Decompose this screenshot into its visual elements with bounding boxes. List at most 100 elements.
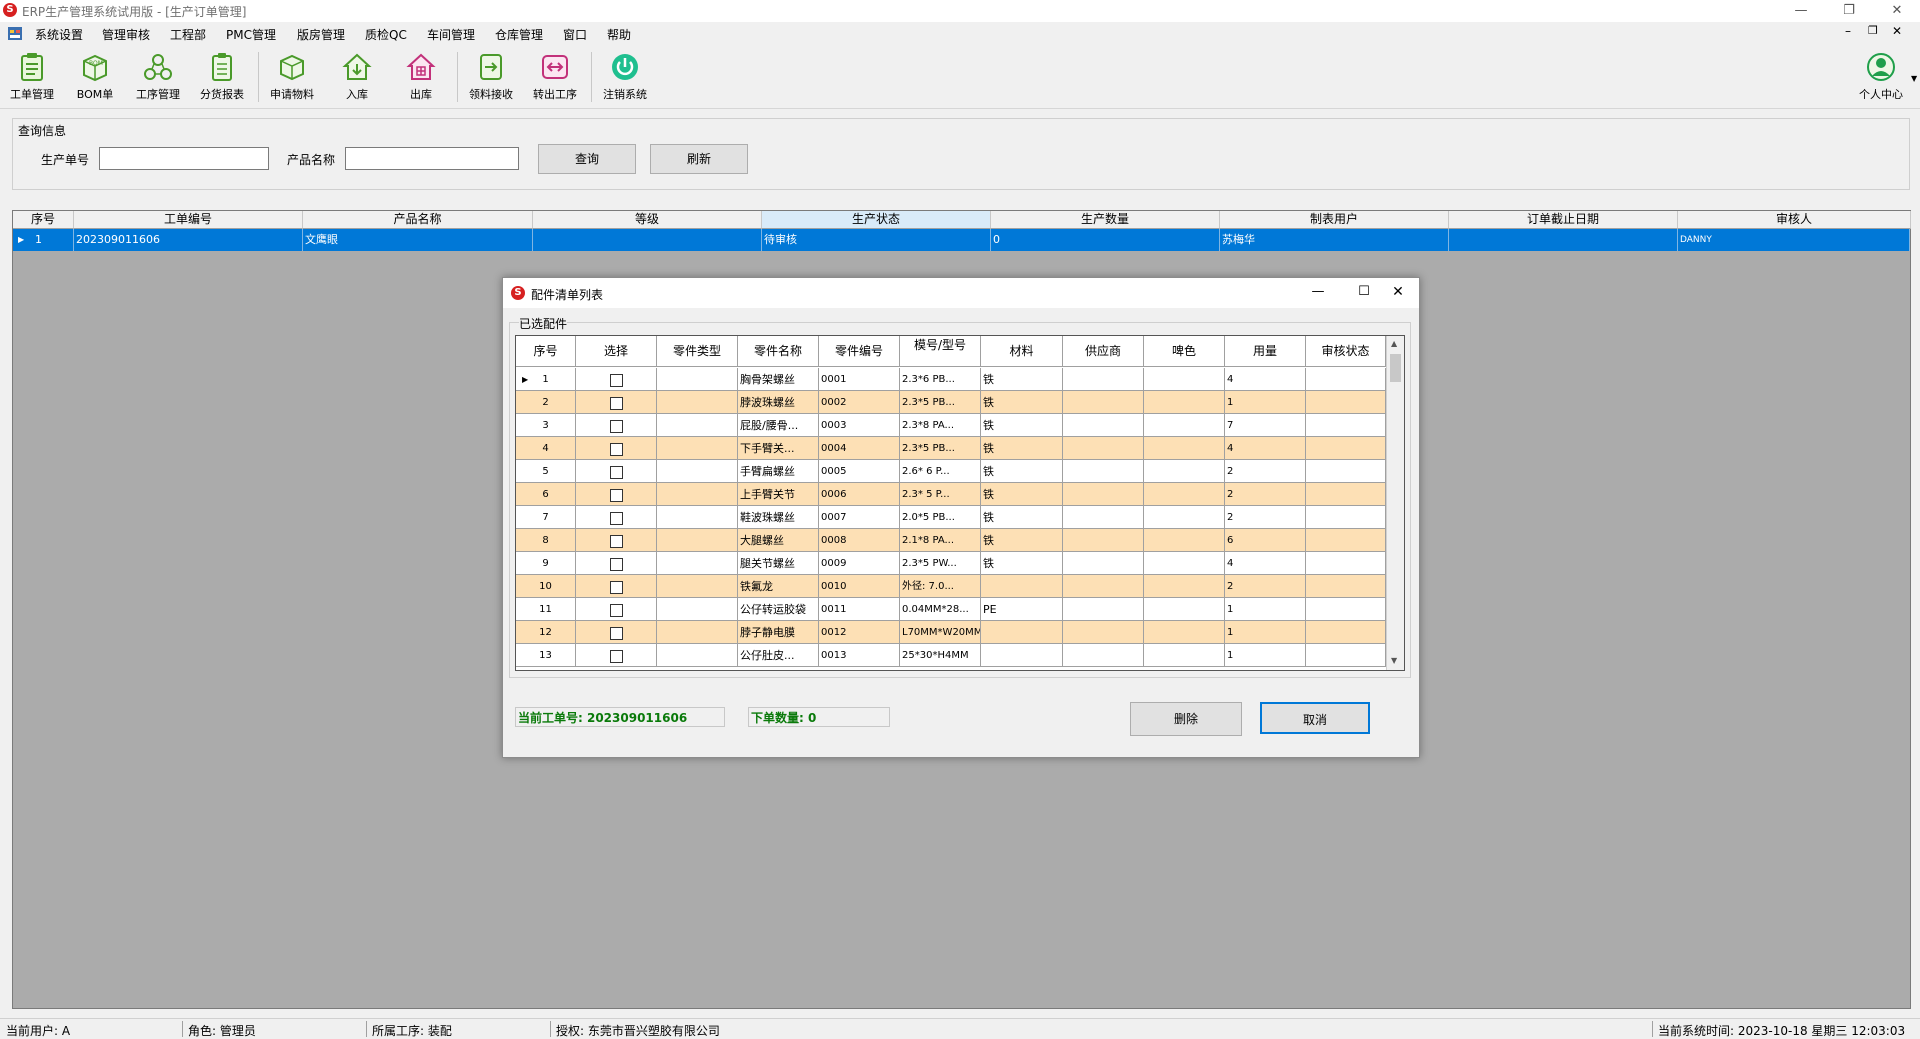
parts-column-header[interactable]: 啤色 bbox=[1144, 336, 1225, 367]
parts-column-header[interactable]: 零件编号 bbox=[819, 336, 900, 367]
parts-column-header[interactable]: 零件类型 bbox=[657, 336, 738, 367]
parts-column-header[interactable]: 序号 bbox=[516, 336, 576, 367]
menu-qc[interactable]: 质检QC bbox=[365, 26, 407, 43]
select-checkbox[interactable] bbox=[609, 419, 623, 433]
column-header[interactable]: 产品名称 bbox=[303, 211, 533, 229]
select-checkbox[interactable] bbox=[609, 396, 623, 410]
menu-engineering[interactable]: 工程部 bbox=[170, 26, 206, 43]
minimize-button[interactable]: — bbox=[1778, 0, 1824, 22]
cell-supplier bbox=[1063, 483, 1144, 506]
parts-table-row[interactable]: 6 上手臂关节 0006 2.3* 5 P... 铁 2 bbox=[516, 483, 1386, 506]
parts-column-header[interactable]: 零件名称 bbox=[738, 336, 819, 367]
restore-button[interactable]: ❐ bbox=[1826, 0, 1872, 22]
toolbar-transfer-button[interactable]: 转出工序 bbox=[525, 50, 585, 106]
menu-sample-room[interactable]: 版房管理 bbox=[297, 26, 345, 43]
parts-table-row[interactable]: 2 脖波珠螺丝 0002 2.3*5 PB... 铁 1 bbox=[516, 391, 1386, 414]
dialog-maximize-button[interactable]: ☐ bbox=[1349, 284, 1379, 299]
delete-button[interactable]: 删除 bbox=[1130, 702, 1242, 736]
parts-table-row[interactable]: 7 鞋波珠螺丝 0007 2.0*5 PB... 铁 2 bbox=[516, 506, 1386, 529]
close-button[interactable]: ✕ bbox=[1874, 0, 1920, 22]
parts-table-row[interactable]: 8 大腿螺丝 0008 2.1*8 PA... 铁 6 bbox=[516, 529, 1386, 552]
mdi-child-icon[interactable] bbox=[8, 27, 22, 40]
cell-supplier bbox=[1063, 506, 1144, 529]
refresh-button[interactable]: 刷新 bbox=[650, 144, 748, 174]
select-checkbox[interactable] bbox=[609, 626, 623, 640]
select-checkbox[interactable] bbox=[609, 511, 623, 525]
user-center-button[interactable]: 个人中心 bbox=[1851, 50, 1911, 106]
select-checkbox[interactable] bbox=[609, 557, 623, 571]
parts-table-row[interactable]: 12 脖子静电膜 0012 L70MM*W20MM 1 bbox=[516, 621, 1386, 644]
column-header[interactable]: 等级 bbox=[533, 211, 762, 229]
column-header[interactable]: 生产数量 bbox=[991, 211, 1220, 229]
cell-part-name: 铁氟龙 bbox=[738, 575, 819, 598]
parts-column-header[interactable]: 供应商 bbox=[1063, 336, 1144, 367]
parts-column-header[interactable]: 材料 bbox=[981, 336, 1063, 367]
menu-warehouse[interactable]: 仓库管理 bbox=[495, 26, 543, 43]
toolbar-process-button[interactable]: 工序管理 bbox=[128, 50, 188, 106]
power-icon bbox=[612, 54, 638, 80]
select-checkbox[interactable] bbox=[609, 373, 623, 387]
select-checkbox[interactable] bbox=[609, 580, 623, 594]
toolbar-report-button[interactable]: 分货报表 bbox=[192, 50, 252, 106]
table-row[interactable]: ▶ 1 202309011606 文鹰眼 待审核 0 苏梅华 DANNY bbox=[13, 229, 1910, 251]
cell-select bbox=[576, 460, 657, 483]
cell-model: 2.0*5 PB... bbox=[900, 506, 981, 529]
menu-audit[interactable]: 管理审核 bbox=[102, 26, 150, 43]
toolbar-bom-button[interactable]: BOM BOM单 bbox=[65, 50, 125, 106]
mdi-restore-button[interactable]: ❐ bbox=[1868, 24, 1878, 37]
column-header[interactable]: 审核人 bbox=[1678, 211, 1911, 229]
column-header[interactable]: 制表用户 bbox=[1220, 211, 1449, 229]
cell-audit-status bbox=[1306, 506, 1386, 529]
column-header[interactable]: 序号 bbox=[13, 211, 74, 229]
toolbar-apply-material-button[interactable]: 申请物料 bbox=[262, 50, 322, 106]
toolbar-label: 申请物料 bbox=[270, 88, 314, 101]
status-time: 当前系统时间: 2023-10-18 星期三 12:03:03 bbox=[1658, 1024, 1906, 1038]
select-checkbox[interactable] bbox=[609, 442, 623, 456]
toolbar-receive-button[interactable]: 领料接收 bbox=[461, 50, 521, 106]
chevron-down-icon[interactable]: ▼ bbox=[1911, 74, 1917, 83]
product-name-label: 产品名称 bbox=[287, 153, 336, 167]
menu-workshop[interactable]: 车间管理 bbox=[427, 26, 475, 43]
parts-table-row[interactable]: 13 公仔肚皮... 0013 25*30*H4MM 1 bbox=[516, 644, 1386, 667]
dialog-minimize-button[interactable]: — bbox=[1303, 284, 1333, 299]
toolbar-stock-in-button[interactable]: 入库 bbox=[327, 50, 387, 106]
product-name-input[interactable] bbox=[345, 147, 519, 170]
column-header[interactable]: 工单编号 bbox=[74, 211, 303, 229]
vertical-scrollbar[interactable]: ▲ ▼ bbox=[1386, 336, 1404, 670]
parts-table-row[interactable]: 4 下手臂关... 0004 2.3*5 PB... 铁 4 bbox=[516, 437, 1386, 460]
select-checkbox[interactable] bbox=[609, 534, 623, 548]
parts-column-header[interactable]: 用量 bbox=[1225, 336, 1306, 367]
toolbar-logout-button[interactable]: 注销系统 bbox=[595, 50, 655, 106]
mdi-close-button[interactable]: ✕ bbox=[1892, 24, 1902, 38]
column-header[interactable]: 订单截止日期 bbox=[1449, 211, 1678, 229]
parts-column-header[interactable]: 选择 bbox=[576, 336, 657, 367]
column-header[interactable]: 生产状态 bbox=[762, 211, 991, 229]
menu-system-settings[interactable]: 系统设置 bbox=[35, 26, 83, 43]
select-checkbox[interactable] bbox=[609, 649, 623, 663]
parts-table-row[interactable]: 5 手臂扁螺丝 0005 2.6* 6 P... 铁 2 bbox=[516, 460, 1386, 483]
toolbar-stock-out-button[interactable]: 出库 bbox=[391, 50, 451, 106]
parts-table-row[interactable]: 3 屁股/腰骨... 0003 2.3*8 PA... 铁 7 bbox=[516, 414, 1386, 437]
dialog-close-button[interactable]: ✕ bbox=[1383, 284, 1413, 300]
order-no-input[interactable] bbox=[99, 147, 269, 170]
scroll-up-icon[interactable]: ▲ bbox=[1391, 339, 1397, 348]
search-button[interactable]: 查询 bbox=[538, 144, 636, 174]
menu-window[interactable]: 窗口 bbox=[563, 26, 587, 43]
scrollbar-thumb[interactable] bbox=[1390, 354, 1401, 382]
select-checkbox[interactable] bbox=[609, 465, 623, 479]
menu-help[interactable]: 帮助 bbox=[607, 26, 631, 43]
parts-column-header[interactable]: 审核状态 bbox=[1306, 336, 1386, 367]
menu-pmc[interactable]: PMC管理 bbox=[226, 26, 276, 43]
select-checkbox[interactable] bbox=[609, 603, 623, 617]
scroll-down-icon[interactable]: ▼ bbox=[1391, 656, 1397, 665]
parts-table-row[interactable]: 10 铁氟龙 0010 外径: 7.0... 2 bbox=[516, 575, 1386, 598]
cancel-button[interactable]: 取消 bbox=[1260, 702, 1370, 734]
parts-column-header[interactable]: 模号/型号 bbox=[900, 336, 981, 367]
toolbar-work-order-button[interactable]: 工单管理 bbox=[2, 50, 62, 106]
parts-table-row[interactable]: ▶ 1 胸骨架螺丝 0001 2.3*6 PB... 铁 4 bbox=[516, 368, 1386, 391]
parts-table-row[interactable]: 11 公仔转运胶袋 0011 0.04MM*28... PE 1 bbox=[516, 598, 1386, 621]
parts-table-row[interactable]: 9 腿关节螺丝 0009 2.3*5 PW... 铁 4 bbox=[516, 552, 1386, 575]
mdi-minimize-button[interactable]: – bbox=[1845, 24, 1851, 38]
cell-part-name: 脖子静电膜 bbox=[738, 621, 819, 644]
select-checkbox[interactable] bbox=[609, 488, 623, 502]
